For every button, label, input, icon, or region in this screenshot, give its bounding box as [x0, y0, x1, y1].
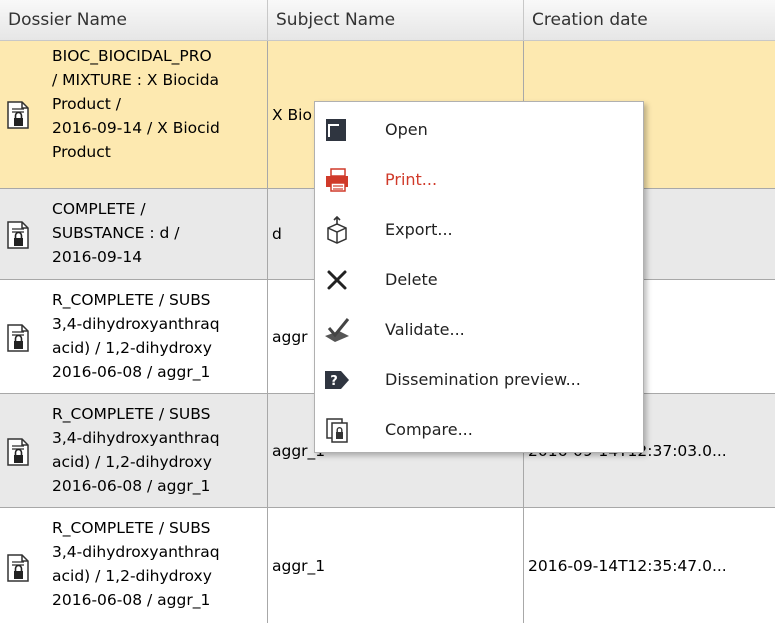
- validate-icon: [325, 318, 350, 342]
- dossier-name-cell[interactable]: R_COMPLETE / SUBS 3,4-dihydroxyanthraq a…: [0, 280, 268, 393]
- menu-item-label: Validate...: [385, 320, 465, 339]
- dossier-name-line: R_COMPLETE / SUBS: [52, 519, 211, 537]
- menu-item-label: Export...: [385, 220, 453, 239]
- open-icon: [326, 119, 346, 141]
- column-header-subject-name[interactable]: Subject Name: [268, 0, 524, 40]
- creation-date-text: 2016-09-14T12:35:47.0...: [528, 556, 727, 575]
- print-icon: [326, 168, 348, 192]
- svg-text:?: ?: [330, 374, 338, 389]
- dossier-name-line: Product: [52, 143, 111, 161]
- dossier-name-line: 3,4-dihydroxyanthraq: [52, 429, 220, 447]
- menu-item-compare[interactable]: Compare...: [315, 408, 643, 452]
- menu-item-dissemination-preview[interactable]: ? Dissemination preview...: [315, 358, 643, 402]
- menu-item-label: Dissemination preview...: [385, 370, 581, 389]
- dossier-name-line: R_COMPLETE / SUBS: [52, 291, 211, 309]
- menu-item-label: Print...: [385, 170, 438, 189]
- dossier-name-line: BIOC_BIOCIDAL_PRO: [52, 47, 212, 65]
- dossier-name-line: 2016-09-14 / X Biocid: [52, 119, 220, 137]
- table-header: Dossier Name Subject Name Creation date: [0, 0, 775, 41]
- dossier-name-line: acid) / 1,2-dihydroxy: [52, 567, 212, 585]
- locked-document-icon: [7, 101, 29, 129]
- dossier-name-line: COMPLETE /: [52, 200, 146, 218]
- menu-item-export[interactable]: Export...: [315, 208, 643, 252]
- locked-document-icon: [7, 324, 29, 352]
- locked-document-icon: [7, 221, 29, 249]
- dossier-name-line: 2016-09-14: [52, 248, 143, 266]
- context-menu: Open Print... Export... Delete Validate.…: [314, 101, 644, 453]
- dossier-name-line: acid) / 1,2-dihydroxy: [52, 339, 212, 357]
- dossier-name-cell[interactable]: R_COMPLETE / SUBS 3,4-dihydroxyanthraq a…: [0, 394, 268, 507]
- locked-document-icon: [7, 438, 29, 466]
- dossier-name-line: / MIXTURE : X Biocida: [52, 71, 220, 89]
- creation-date-cell[interactable]: 2016-09-14T12:35:47.0...: [524, 508, 775, 623]
- export-icon: [327, 216, 347, 244]
- menu-item-label: Open: [385, 120, 428, 139]
- locked-document-icon: [7, 554, 29, 582]
- menu-item-print[interactable]: Print...: [315, 158, 643, 202]
- dossier-name-line: acid) / 1,2-dihydroxy: [52, 453, 212, 471]
- menu-item-delete[interactable]: Delete: [315, 258, 643, 302]
- dossier-name-line: R_COMPLETE / SUBS: [52, 405, 211, 423]
- subject-name-cell[interactable]: aggr_1: [268, 508, 524, 623]
- dossier-name-cell[interactable]: BIOC_BIOCIDAL_PRO / MIXTURE : X Biocida …: [0, 41, 268, 188]
- dissemination-preview-icon: ?: [325, 371, 349, 389]
- dossier-name-line: Product /: [52, 95, 122, 113]
- dossier-name-line: 3,4-dihydroxyanthraq: [52, 315, 220, 333]
- table-row[interactable]: R_COMPLETE / SUBS 3,4-dihydroxyanthraq a…: [0, 508, 775, 623]
- menu-item-label: Delete: [385, 270, 438, 289]
- column-header-dossier-name[interactable]: Dossier Name: [0, 0, 268, 40]
- menu-item-label: Compare...: [385, 420, 473, 439]
- dossier-name-line: 2016-06-08 / aggr_1: [52, 363, 211, 381]
- menu-item-open[interactable]: Open: [315, 108, 643, 152]
- dossier-name-line: SUBSTANCE : d /: [52, 224, 180, 242]
- subject-name-text: aggr_1: [272, 556, 326, 575]
- column-header-creation-date[interactable]: Creation date: [524, 0, 775, 40]
- compare-icon: [326, 418, 348, 443]
- dossier-name-line: 3,4-dihydroxyanthraq: [52, 543, 220, 561]
- menu-item-validate[interactable]: Validate...: [315, 308, 643, 352]
- dossier-name-cell[interactable]: R_COMPLETE / SUBS 3,4-dihydroxyanthraq a…: [0, 508, 268, 623]
- delete-icon: [327, 270, 347, 290]
- dossier-name-cell[interactable]: COMPLETE / SUBSTANCE : d / 2016-09-14: [0, 189, 268, 279]
- dossier-name-line: 2016-06-08 / aggr_1: [52, 591, 211, 609]
- dossier-name-line: 2016-06-08 / aggr_1: [52, 477, 211, 495]
